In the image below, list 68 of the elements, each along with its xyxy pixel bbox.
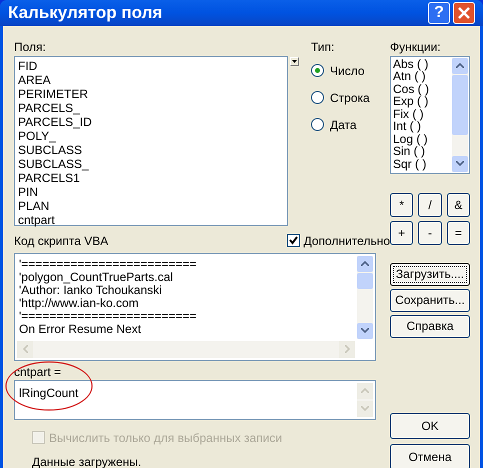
list-item[interactable]: FID — [18, 58, 287, 72]
dialog-button[interactable]: Справка — [390, 314, 470, 338]
sort-button[interactable] — [290, 56, 299, 66]
list-item[interactable]: SUBCLASS_ — [18, 156, 287, 170]
operator-button[interactable]: = — [446, 220, 470, 244]
checkbox-label: Вычислить только для выбранных записи — [49, 430, 282, 446]
expression-text: lRingCount — [19, 386, 78, 400]
list-item[interactable]: Int ( ) — [393, 120, 451, 132]
type-label: Тип: — [311, 38, 336, 56]
cancel-button[interactable]: Отмена — [390, 444, 470, 468]
scrollbar-thumb[interactable] — [452, 74, 468, 134]
list-item[interactable]: Sin ( ) — [393, 145, 451, 158]
expression-label: cntpart = — [14, 364, 62, 380]
list-item[interactable]: PLAN — [18, 198, 287, 212]
code-line: 'http://www.ian-ko.com — [19, 296, 140, 310]
code-line: 'Author: Ianko Tchoukanski — [19, 284, 162, 296]
ok-button[interactable]: OK — [390, 412, 470, 438]
close-icon — [458, 6, 470, 19]
radio-button[interactable] — [311, 64, 324, 77]
code-line: '========================= — [19, 310, 198, 322]
operator-button[interactable]: & — [446, 192, 470, 216]
functions-label: Функции: — [390, 38, 442, 56]
dialog-button[interactable]: Сохранить... — [390, 288, 470, 312]
status-text: Данные загружены. — [32, 454, 142, 468]
code-line: 'polygon_CountTrueParts.cal — [19, 270, 174, 284]
code-line: '========================= — [19, 258, 198, 270]
radio-button[interactable] — [311, 91, 324, 104]
functions-list[interactable]: Abs ( ) Atn ( ) Cos ( ) Exp ( ) Fix ( ) Int ( ) Log ( ) Sin ( ) Sqr ( ) — [390, 56, 470, 174]
fields-label: Поля: — [14, 38, 47, 56]
list-item[interactable]: PARCELS1 — [18, 170, 287, 184]
checkbox[interactable] — [286, 234, 300, 247]
list-item[interactable]: Exp ( ) — [393, 95, 451, 108]
list-item[interactable]: SUBCLASS — [18, 142, 287, 156]
list-item[interactable]: Cos ( ) — [393, 82, 451, 95]
list-item[interactable]: PIN — [18, 184, 287, 198]
radio-label: Дата — [330, 116, 357, 134]
operator-button[interactable]: / — [418, 192, 442, 216]
list-item[interactable]: Sqr ( ) — [393, 158, 451, 170]
radio-button[interactable] — [311, 118, 324, 131]
caret-icon — [292, 60, 297, 62]
list-item[interactable]: Abs ( ) — [393, 58, 451, 70]
expression-field[interactable]: lRingCount — [14, 380, 376, 420]
list-item[interactable]: POLY_ — [18, 128, 287, 142]
list-item[interactable]: Log ( ) — [393, 132, 451, 145]
list-item[interactable]: PARCELS_ID — [18, 114, 287, 128]
operator-button[interactable]: + — [390, 220, 414, 244]
checkbox-label: Дополнительно — [304, 232, 390, 250]
operator-button[interactable]: * — [390, 192, 414, 216]
window-title: Калькулятор поля — [8, 2, 164, 24]
script-label: Код скрипта VBA — [14, 232, 108, 250]
dialog-button[interactable]: Загрузить.... — [390, 262, 470, 286]
list-item[interactable]: PARCELS_ — [18, 100, 287, 114]
code-line: On Error Resume Next — [19, 322, 142, 336]
fields-list[interactable]: FID AREA PERIMETER PARCELS_ PARCELS_ID POLY_ SUBCLASS SUBCLASS_ PARCELS1 PIN PLAN cntpart — [14, 56, 288, 226]
list-item[interactable]: AREA — [18, 72, 287, 86]
operator-button[interactable]: - — [418, 220, 442, 244]
close-button[interactable] — [453, 2, 475, 24]
list-item[interactable]: Atn ( ) — [393, 70, 451, 82]
list-item[interactable]: Fix ( ) — [393, 108, 451, 120]
scrollbar-thumb[interactable] — [357, 272, 373, 288]
list-item[interactable]: PERIMETER — [18, 86, 287, 100]
vertical-scrollbar[interactable] — [452, 58, 468, 172]
script-editor[interactable]: '========================= 'polygon_CountTrueParts.cal 'Author: Ianko Tchoukanski 'http://www.ian-ko.com '========================= On Error Resume Next — [14, 252, 376, 360]
radio-label: Число — [330, 62, 365, 80]
list-item[interactable]: cntpart — [18, 212, 287, 226]
vertical-scrollbar[interactable] — [357, 256, 373, 338]
help-button[interactable]: ? — [428, 2, 450, 24]
radio-label: Строка — [330, 90, 370, 106]
